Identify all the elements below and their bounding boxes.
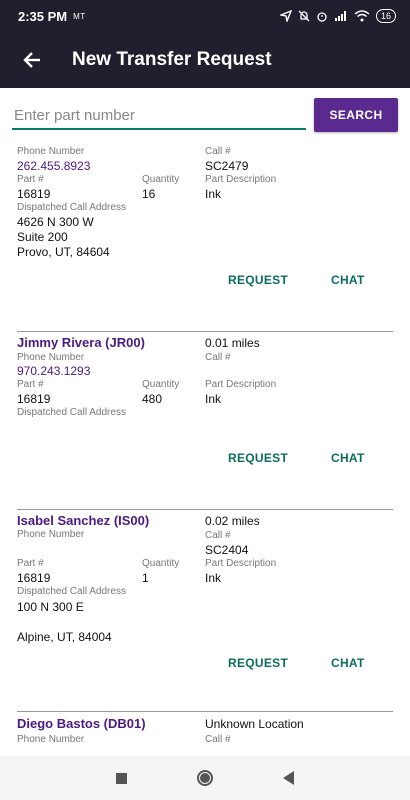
part-label: Part # bbox=[17, 379, 44, 390]
distance-value: 0.02 miles bbox=[205, 514, 260, 528]
technician-name[interactable]: Jimmy Rivera (JR00) bbox=[17, 335, 145, 350]
chat-button[interactable]: CHAT bbox=[331, 273, 365, 287]
divider bbox=[17, 711, 393, 712]
back-button[interactable] bbox=[12, 40, 52, 80]
system-nav-bar bbox=[0, 756, 410, 800]
distance-value: 0.01 miles bbox=[205, 336, 260, 350]
request-button[interactable]: REQUEST bbox=[228, 273, 288, 287]
call-label: Call # bbox=[205, 352, 231, 363]
list-item: Jimmy Rivera (JR00) 0.01 miles Phone Num… bbox=[17, 335, 393, 465]
back-arrow-icon bbox=[23, 52, 40, 68]
home-icon[interactable] bbox=[197, 770, 213, 786]
part-description-value: Ink bbox=[205, 571, 222, 585]
part-value: 16819 bbox=[17, 571, 51, 585]
part-label: Part # bbox=[17, 558, 44, 569]
call-label: Call # bbox=[205, 530, 231, 541]
distance-value: Unknown Location bbox=[205, 717, 304, 731]
dispatched-address-label: Dispatched Call Address bbox=[17, 202, 126, 213]
quantity-label: Quantity bbox=[142, 558, 180, 569]
phone-label: Phone Number bbox=[17, 734, 85, 745]
alarm-icon bbox=[317, 12, 327, 22]
quantity-value: 16 bbox=[142, 187, 156, 201]
quantity-label: Quantity bbox=[142, 379, 180, 390]
results-list[interactable]: SEARCH Phone Number Call # 262.455.8923 … bbox=[0, 88, 410, 756]
address-line: 4626 N 300 W bbox=[17, 215, 94, 229]
search-button[interactable]: SEARCH bbox=[314, 98, 398, 132]
call-value: SC2404 bbox=[205, 543, 249, 557]
request-button[interactable]: REQUEST bbox=[228, 656, 288, 670]
quantity-value: 480 bbox=[142, 392, 163, 406]
quantity-value: 1 bbox=[142, 571, 149, 585]
call-value: SC2479 bbox=[205, 159, 249, 173]
phone-label: Phone Number bbox=[17, 529, 85, 540]
system-back-icon[interactable] bbox=[283, 771, 294, 785]
call-label: Call # bbox=[205, 734, 231, 745]
app-bar: New Transfer Request bbox=[0, 32, 410, 88]
quantity-label: Quantity bbox=[142, 174, 180, 185]
address-line: Suite 200 bbox=[17, 230, 68, 244]
part-description-label: Part Description bbox=[205, 174, 277, 185]
search-row: SEARCH bbox=[12, 98, 398, 134]
battery-icon: 16 bbox=[375, 9, 396, 23]
dispatched-address-label: Dispatched Call Address bbox=[17, 586, 126, 597]
phone-label: Phone Number bbox=[17, 352, 85, 363]
dispatched-address-label: Dispatched Call Address bbox=[17, 407, 126, 418]
signal-icon bbox=[334, 11, 346, 21]
location-icon bbox=[279, 10, 292, 22]
part-value: 16819 bbox=[17, 392, 51, 406]
chat-button[interactable]: CHAT bbox=[331, 451, 365, 465]
part-label: Part # bbox=[17, 174, 44, 185]
part-number-input[interactable] bbox=[12, 102, 306, 130]
technician-name[interactable]: Isabel Sanchez (IS00) bbox=[17, 513, 149, 528]
list-item: Phone Number Call # 262.455.8923 SC2479 … bbox=[17, 146, 393, 296]
part-description-label: Part Description bbox=[205, 558, 277, 569]
phone-link[interactable]: 970.243.1293 bbox=[17, 364, 90, 378]
part-description-value: Ink bbox=[205, 392, 222, 406]
recent-apps-icon[interactable] bbox=[116, 772, 127, 784]
address-line: 100 N 300 E bbox=[17, 600, 84, 614]
status-icons: 16 bbox=[279, 9, 396, 23]
call-label: Call # bbox=[205, 146, 231, 157]
status-carrier: MT bbox=[73, 11, 86, 21]
list-item: Diego Bastos (DB01) Unknown Location Pho… bbox=[17, 716, 393, 756]
page-title: New Transfer Request bbox=[72, 49, 272, 70]
list-item: Isabel Sanchez (IS00) 0.02 miles Phone N… bbox=[17, 513, 393, 673]
divider bbox=[17, 509, 393, 510]
phone-label: Phone Number bbox=[17, 146, 85, 157]
part-description-label: Part Description bbox=[205, 379, 277, 390]
part-description-value: Ink bbox=[205, 187, 222, 201]
address-line: Alpine, UT, 84004 bbox=[17, 630, 112, 644]
technician-name[interactable]: Diego Bastos (DB01) bbox=[17, 716, 146, 731]
notifications-off-icon bbox=[298, 10, 310, 22]
part-value: 16819 bbox=[17, 187, 51, 201]
wifi-icon bbox=[354, 10, 370, 22]
divider bbox=[17, 331, 393, 332]
status-bar: 2:35 PM MT 16 bbox=[0, 0, 410, 32]
home-icon-center bbox=[200, 773, 210, 783]
phone-link[interactable]: 262.455.8923 bbox=[17, 159, 90, 173]
address-line: Provo, UT, 84604 bbox=[17, 245, 110, 259]
request-button[interactable]: REQUEST bbox=[228, 451, 288, 465]
chat-button[interactable]: CHAT bbox=[331, 656, 365, 670]
status-time: 2:35 PM bbox=[18, 8, 68, 24]
